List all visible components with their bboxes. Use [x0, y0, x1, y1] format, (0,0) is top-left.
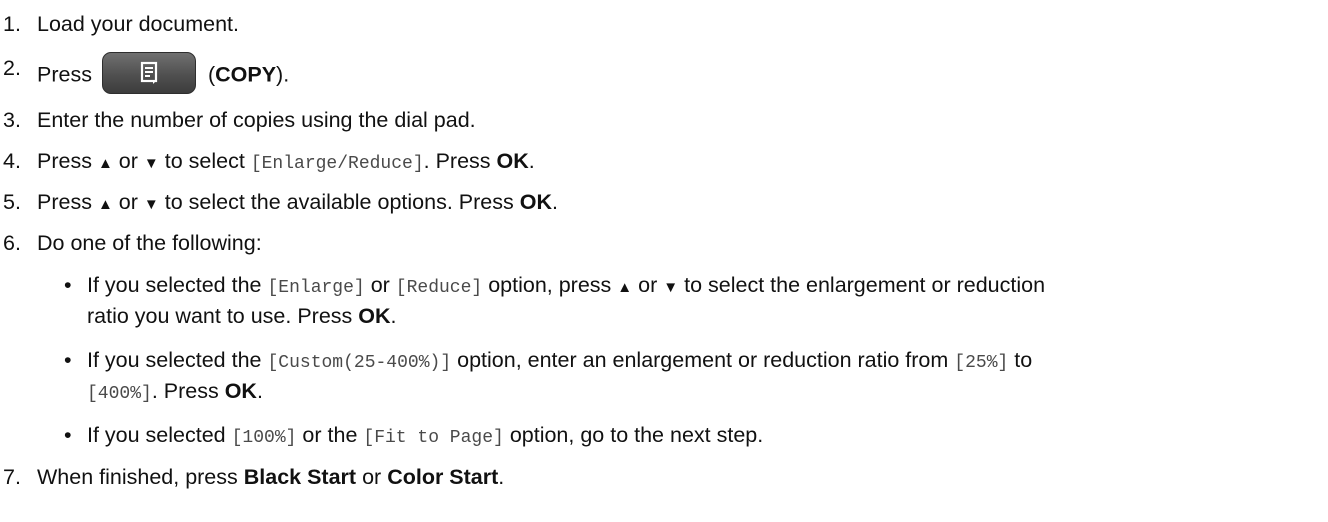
ok-label: OK — [496, 149, 529, 173]
bullet-text: If you selected the [Enlarge] or [Reduce… — [87, 273, 1046, 298]
bullet-text: If you selected [100%] or the [Fit to Pa… — [87, 423, 764, 448]
step-number: 3. — [3, 108, 21, 132]
instruction-page: 1. Load your document. 2. Press (COPY). … — [0, 0, 1328, 522]
step-number: 2. — [3, 56, 21, 80]
down-arrow-icon: ▼ — [143, 155, 159, 172]
menu-option: [Enlarge/Reduce] — [250, 154, 424, 174]
bullet-text: If you selected the [Custom(25-400%)] op… — [87, 348, 1033, 373]
step-text: Press ▲ or ▼ to select the available opt… — [37, 190, 558, 214]
copy-button — [101, 52, 196, 94]
bullet-text-continued: ratio you want to use. Press OK. — [87, 304, 397, 328]
copy-label: COPY — [215, 62, 277, 87]
ok-label: OK — [358, 304, 391, 328]
step-number: 1. — [3, 12, 21, 36]
up-arrow-icon: ▲ — [97, 196, 113, 213]
step-number: 6. — [3, 231, 21, 255]
up-arrow-icon: ▲ — [97, 155, 113, 172]
menu-option: [Reduce] — [395, 278, 483, 298]
step-text: Enter the number of copies using the dia… — [37, 108, 476, 132]
up-arrow-icon: ▲ — [617, 279, 633, 296]
menu-option: [Enlarge] — [267, 278, 365, 298]
ok-label: OK — [224, 379, 257, 403]
step-number: 4. — [3, 149, 21, 173]
step-text: Press ▲ or ▼ to select [Enlarge/Reduce].… — [37, 149, 535, 174]
menu-option: [Custom(25-400%)] — [267, 353, 452, 373]
down-arrow-icon: ▼ — [143, 196, 159, 213]
bullet-mark: • — [64, 348, 72, 372]
step-text: Load your document. — [37, 12, 239, 36]
step-text: Do one of the following: — [37, 231, 262, 255]
color-start-label: Color Start — [387, 465, 499, 489]
step-text: When finished, press Black Start or Colo… — [37, 465, 505, 489]
ok-label: OK — [519, 190, 552, 214]
bullet-mark: • — [64, 273, 72, 297]
bullet-text-continued: [400%]. Press OK. — [87, 379, 263, 404]
menu-option: [25%] — [954, 353, 1009, 373]
step-number: 5. — [3, 190, 21, 214]
menu-option: [Fit to Page] — [363, 428, 504, 448]
down-arrow-icon: ▼ — [663, 279, 679, 296]
menu-option: [400%] — [87, 384, 152, 404]
step-text: Press (COPY). — [37, 52, 289, 97]
bullet-mark: • — [64, 423, 72, 447]
menu-option: [100%] — [231, 428, 297, 448]
black-start-label: Black Start — [243, 465, 357, 489]
step-number: 7. — [3, 465, 21, 489]
copy-document-icon — [140, 61, 158, 84]
